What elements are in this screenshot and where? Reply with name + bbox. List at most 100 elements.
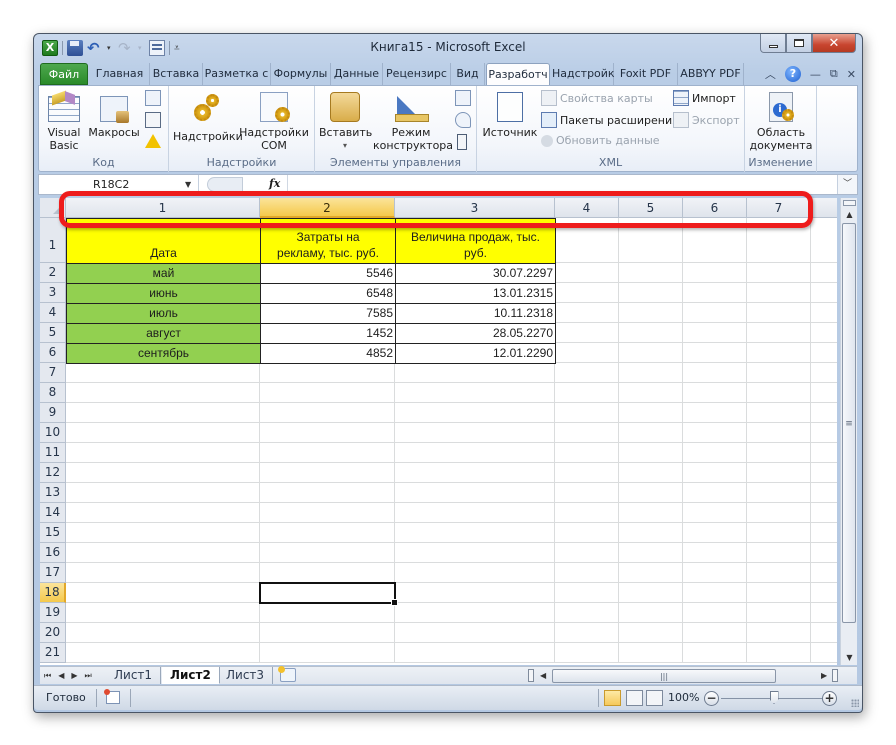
record-macro-button[interactable] — [145, 90, 161, 106]
grid-cell[interactable] — [747, 523, 811, 543]
row-header-7[interactable]: 7 — [40, 363, 66, 383]
grid-cell[interactable] — [395, 463, 555, 483]
grid-cell[interactable] — [260, 443, 395, 463]
sheet-tab-2[interactable]: Лист2 — [162, 667, 220, 684]
grid-cell[interactable] — [811, 263, 837, 283]
grid-cell[interactable] — [66, 583, 260, 603]
grid-cell[interactable] — [747, 423, 811, 443]
table-cell-sales[interactable]: 10.11.2318 — [395, 303, 556, 324]
grid-cell[interactable] — [683, 303, 747, 323]
grid-cell[interactable] — [555, 503, 619, 523]
grid-cell[interactable] — [66, 403, 260, 423]
row-header-21[interactable]: 21 — [40, 643, 66, 663]
grid-cell[interactable] — [811, 343, 837, 363]
table-cell-month[interactable]: июнь — [66, 283, 261, 304]
grid-cell[interactable] — [811, 643, 837, 663]
grid-cell[interactable] — [395, 503, 555, 523]
grid-cell[interactable] — [747, 323, 811, 343]
table-cell-cost[interactable]: 7585 — [260, 303, 396, 324]
table-cell-cost[interactable]: 5546 — [260, 263, 396, 284]
vertical-split-handle[interactable] — [843, 200, 856, 206]
com-addins-button[interactable]: Надстройки COM — [239, 88, 309, 152]
grid-cell[interactable] — [683, 443, 747, 463]
row-header-12[interactable]: 12 — [40, 463, 66, 483]
table-cell-cost[interactable]: 1452 — [260, 323, 396, 344]
grid-cell[interactable] — [619, 463, 683, 483]
grid-cell[interactable] — [555, 483, 619, 503]
grid-cell[interactable] — [395, 563, 555, 583]
tab-review[interactable]: Рецензирс — [383, 63, 451, 85]
worksheet-grid[interactable]: 1 2 3 4 5 6 7 1 2 3 4 5 6 7 8 9 10 11 12 13 14 15 16 17 18 19 20 21… — [40, 198, 837, 665]
grid-cell[interactable] — [683, 323, 747, 343]
vertical-scroll-thumb[interactable]: ≡ — [842, 223, 856, 623]
grid-cell[interactable] — [747, 383, 811, 403]
grid-cell[interactable] — [811, 583, 837, 603]
grid-cell[interactable] — [619, 303, 683, 323]
visual-basic-button[interactable]: Visual Basic — [45, 88, 83, 152]
horizontal-scroll-thumb[interactable]: ||| — [552, 669, 776, 683]
grid-cell[interactable] — [683, 283, 747, 303]
resize-grip[interactable] — [851, 699, 859, 707]
next-sheet-icon[interactable]: ▶ — [71, 667, 77, 684]
grid-cell[interactable] — [747, 343, 811, 363]
grid-cell[interactable] — [747, 463, 811, 483]
row-header-2[interactable]: 2 — [40, 263, 66, 283]
grid-cell[interactable] — [555, 643, 619, 663]
macros-button[interactable]: Макросы — [87, 88, 141, 139]
grid-cell[interactable] — [619, 603, 683, 623]
grid-cell[interactable] — [619, 523, 683, 543]
grid-cell[interactable] — [811, 423, 837, 443]
workbook-minimize-icon[interactable]: — — [810, 68, 821, 81]
grid-cell[interactable] — [555, 323, 619, 343]
grid-cell[interactable] — [811, 523, 837, 543]
grid-cell[interactable] — [619, 383, 683, 403]
first-sheet-icon[interactable]: ⏮ — [44, 667, 51, 684]
tab-home[interactable]: Главная — [90, 63, 150, 85]
tab-file[interactable]: Файл — [40, 63, 88, 85]
grid-cell[interactable] — [811, 463, 837, 483]
row-header-10[interactable]: 10 — [40, 423, 66, 443]
grid-cell[interactable] — [747, 263, 811, 283]
grid-cell[interactable] — [66, 643, 260, 663]
table-cell-sales[interactable]: 13.01.2315 — [395, 283, 556, 304]
sheet-tab-3[interactable]: Лист3 — [218, 667, 274, 684]
row-header-14[interactable]: 14 — [40, 503, 66, 523]
grid-cell[interactable] — [555, 443, 619, 463]
tab-page-layout[interactable]: Разметка с — [203, 63, 271, 85]
collapse-ribbon-icon[interactable]: ︿ — [765, 66, 776, 82]
zoom-slider-thumb[interactable] — [769, 691, 779, 704]
grid-cell[interactable] — [683, 583, 747, 603]
scroll-up-icon[interactable]: ▲ — [841, 208, 858, 222]
minimize-button[interactable] — [760, 34, 786, 53]
grid-cell[interactable] — [683, 463, 747, 483]
grid-cell[interactable] — [683, 403, 747, 423]
grid-cell[interactable] — [747, 483, 811, 503]
grid-cell[interactable] — [683, 423, 747, 443]
grid-cell[interactable] — [555, 623, 619, 643]
grid-cell[interactable] — [395, 603, 555, 623]
zoom-in-button[interactable]: + — [822, 691, 837, 706]
zoom-out-button[interactable]: − — [704, 691, 719, 706]
grid-cell[interactable] — [747, 503, 811, 523]
tab-split-handle[interactable] — [528, 669, 534, 682]
grid-cell[interactable] — [260, 643, 395, 663]
page-layout-view-button[interactable] — [626, 690, 643, 706]
grid-cell[interactable] — [619, 443, 683, 463]
workbook-close-icon[interactable]: ✕ — [847, 68, 856, 81]
grid-cell[interactable] — [747, 303, 811, 323]
grid-cell[interactable] — [555, 383, 619, 403]
record-macro-status-icon[interactable] — [104, 689, 120, 704]
grid-cell[interactable] — [747, 643, 811, 663]
grid-cell[interactable] — [683, 543, 747, 563]
grid-cell[interactable] — [66, 423, 260, 443]
grid-cell[interactable] — [395, 583, 555, 603]
run-dialog-button[interactable] — [457, 134, 467, 150]
grid-cell[interactable] — [683, 483, 747, 503]
grid-cell[interactable] — [811, 383, 837, 403]
grid-cell[interactable] — [555, 603, 619, 623]
map-properties-button[interactable]: Свойства карты — [541, 90, 653, 106]
grid-cell[interactable] — [683, 623, 747, 643]
tab-foxit-pdf[interactable]: Foxit PDF — [614, 63, 678, 85]
grid-cell[interactable] — [619, 403, 683, 423]
grid-cell[interactable] — [619, 323, 683, 343]
